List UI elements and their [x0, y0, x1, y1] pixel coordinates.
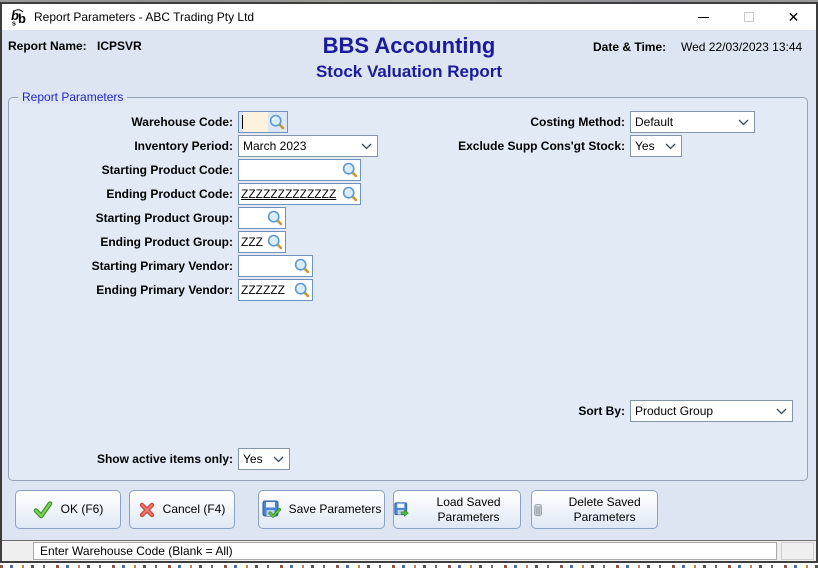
starting-product-code-input[interactable]: [239, 163, 341, 177]
warehouse-code-field[interactable]: [238, 111, 288, 133]
save-parameters-button[interactable]: Save Parameters: [258, 490, 385, 529]
status-bar: Enter Warehouse Code (Blank = All): [2, 541, 816, 561]
ending-product-group-input[interactable]: [239, 235, 266, 249]
maximize-button: [726, 4, 771, 30]
close-icon: ✕: [788, 10, 800, 24]
costing-method-select[interactable]: Default: [630, 111, 755, 133]
ending-product-code-label: Ending Product Code:: [8, 183, 233, 205]
sort-by-label: Sort By:: [400, 400, 625, 422]
load-disk-arrow-icon: [394, 500, 409, 519]
save-parameters-button-label: Save Parameters: [289, 502, 382, 517]
window-border-bottom: [0, 561, 818, 563]
show-active-items-only-value: Yes: [243, 452, 263, 466]
show-active-items-only-label: Show active items only:: [8, 448, 233, 470]
close-button[interactable]: ✕: [771, 4, 816, 30]
datetime-label: Date & Time:: [593, 40, 666, 54]
starting-primary-vendor-label: Starting Primary Vendor:: [8, 255, 233, 277]
groupbox-label: Report Parameters: [18, 90, 127, 104]
starting-product-group-input[interactable]: [239, 211, 266, 225]
starting-product-code-field[interactable]: [238, 159, 361, 181]
background-window-sliver: [0, 565, 818, 568]
status-message-box: Enter Warehouse Code (Blank = All): [33, 542, 777, 560]
search-icon[interactable]: [293, 281, 311, 299]
costing-method-label: Costing Method:: [400, 111, 625, 133]
ok-button[interactable]: OK (F6): [15, 490, 121, 529]
starting-product-group-label: Starting Product Group:: [8, 207, 233, 229]
maximize-icon: [744, 12, 754, 22]
title-bar: b b s Report Parameters - ABC Trading Pt…: [2, 4, 816, 30]
delete-saved-parameters-button-label: Delete Saved Parameters: [552, 495, 657, 525]
chevron-down-icon: [273, 456, 284, 463]
chevron-down-icon: [665, 143, 676, 150]
sort-by-select[interactable]: Product Group: [630, 400, 793, 422]
delete-saved-parameters-button[interactable]: Delete Saved Parameters: [531, 490, 658, 529]
load-saved-parameters-button[interactable]: Load Saved Parameters: [393, 490, 521, 529]
starting-product-group-field[interactable]: [238, 207, 286, 229]
cancel-button-label: Cancel (F4): [163, 502, 226, 517]
warehouse-code-label: Warehouse Code:: [8, 111, 233, 133]
ending-product-code-input[interactable]: [239, 187, 341, 201]
load-saved-parameters-button-label: Load Saved Parameters: [417, 495, 520, 525]
window-title: Report Parameters - ABC Trading Pty Ltd: [34, 10, 254, 24]
costing-method-value: Default: [635, 115, 673, 129]
page-title: Stock Valuation Report: [0, 62, 818, 82]
bbs-logo-icon: b b s: [10, 8, 28, 26]
ending-primary-vendor-field[interactable]: [238, 279, 313, 301]
warehouse-code-input[interactable]: [243, 112, 268, 132]
search-icon[interactable]: [341, 161, 359, 179]
exclude-supp-consgt-stock-value: Yes: [635, 139, 655, 153]
minimize-icon: [698, 17, 709, 18]
search-icon[interactable]: [341, 185, 359, 203]
inventory-period-select[interactable]: March 2023: [238, 135, 378, 157]
status-message: Enter Warehouse Code (Blank = All): [34, 544, 233, 558]
ending-product-group-field[interactable]: [238, 231, 286, 253]
screenshot-root: b b s Report Parameters - ABC Trading Pt…: [0, 0, 818, 569]
starting-primary-vendor-field[interactable]: [238, 255, 313, 277]
exclude-supp-consgt-stock-label: Exclude Supp Cons'gt Stock:: [400, 135, 625, 157]
search-icon[interactable]: [268, 113, 286, 131]
show-active-items-only-select[interactable]: Yes: [238, 448, 290, 470]
checkmark-icon: [33, 501, 53, 519]
exclude-supp-consgt-stock-select[interactable]: Yes: [630, 135, 682, 157]
chevron-down-icon: [738, 119, 749, 126]
ending-primary-vendor-input[interactable]: [239, 283, 293, 297]
ending-primary-vendor-label: Ending Primary Vendor:: [8, 279, 233, 301]
chevron-down-icon: [361, 143, 372, 150]
search-icon[interactable]: [266, 209, 284, 227]
cancel-button[interactable]: Cancel (F4): [129, 490, 235, 529]
inventory-period-label: Inventory Period:: [8, 135, 233, 157]
svg-text:b: b: [18, 11, 26, 26]
desktop-edge-bottom: [0, 563, 818, 569]
trash-bin-icon: [532, 501, 544, 519]
search-icon[interactable]: [293, 257, 311, 275]
ok-button-label: OK (F6): [61, 502, 104, 517]
ending-product-code-field[interactable]: [238, 183, 361, 205]
datetime-value: Wed 22/03/2023 13:44: [681, 40, 802, 54]
minimize-button[interactable]: [681, 4, 726, 30]
inventory-period-value: March 2023: [243, 139, 306, 153]
starting-product-code-label: Starting Product Code:: [8, 159, 233, 181]
statusbar-grip: [781, 542, 814, 560]
sort-by-value: Product Group: [635, 404, 713, 418]
ending-product-group-label: Ending Product Group:: [8, 231, 233, 253]
svg-text:s: s: [12, 21, 16, 27]
red-x-icon: [139, 502, 155, 518]
search-icon[interactable]: [266, 233, 284, 251]
save-disk-check-icon: [262, 500, 281, 519]
chevron-down-icon: [776, 408, 787, 415]
starting-primary-vendor-input[interactable]: [239, 259, 293, 273]
